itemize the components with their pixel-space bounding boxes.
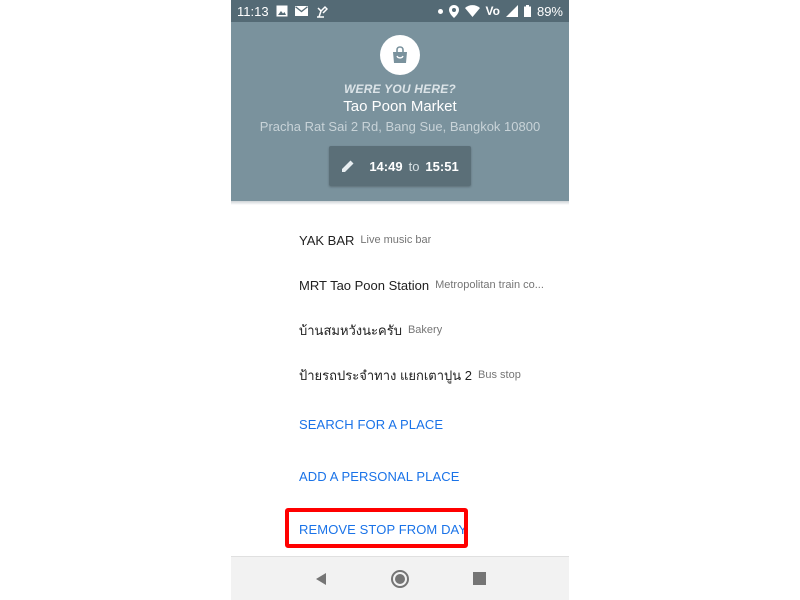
signal-icon	[505, 5, 518, 17]
battery-icon	[523, 5, 531, 17]
place-category: Bakery	[407, 324, 443, 336]
list-item[interactable]: YAK BAR Live music bar	[299, 228, 561, 252]
list-item[interactable]: บ้านสมหวังนะครับ Bakery	[299, 318, 561, 342]
status-bar: 11:13 Vo 89%	[231, 0, 569, 22]
place-title: Tao Poon Market	[343, 98, 457, 115]
system-nav-bar	[231, 556, 569, 600]
end-time: 15:51	[425, 158, 459, 174]
were-you-here-label: WERE YOU HERE?	[344, 82, 456, 96]
list-item[interactable]: MRT Tao Poon Station Metropolitan train …	[299, 273, 561, 297]
search-for-place-button[interactable]: SEARCH FOR A PLACE	[299, 417, 443, 432]
place-category: Metropolitan train co...	[435, 279, 544, 291]
place-name: MRT Tao Poon Station	[299, 277, 430, 293]
status-time: 11:13	[237, 3, 269, 19]
add-personal-place-button[interactable]: ADD A PERSONAL PLACE	[299, 469, 459, 484]
shopping-bag-icon	[380, 35, 420, 75]
network-label: Vo	[485, 4, 500, 18]
start-time: 14:49	[369, 158, 403, 174]
recents-icon[interactable]	[464, 564, 494, 594]
mail-notification-icon	[294, 6, 308, 16]
place-category: Live music bar	[360, 234, 432, 246]
pencil-icon	[341, 159, 355, 173]
time-separator: to	[408, 158, 420, 174]
place-address: Pracha Rat Sai 2 Rd, Bang Sue, Bangkok 1…	[259, 119, 541, 134]
image-notification-icon	[276, 5, 288, 17]
place-name: ป้ายรถประจำทาง แยกเตาปูน 2	[299, 367, 473, 383]
place-name: บ้านสมหวังนะครับ	[299, 322, 402, 338]
place-name: YAK BAR	[299, 232, 355, 248]
place-category: Bus stop	[478, 369, 521, 381]
header-shadow	[231, 201, 569, 205]
place-header: WERE YOU HERE? Tao Poon Market Pracha Ra…	[231, 22, 569, 201]
highlight-box	[285, 508, 468, 548]
location-icon	[448, 4, 459, 18]
battery-percent: 89%	[536, 3, 563, 19]
dot-notification-icon	[437, 8, 443, 14]
lamp-notification-icon	[315, 5, 328, 18]
home-icon[interactable]	[385, 564, 415, 594]
list-item[interactable]: ป้ายรถประจำทาง แยกเตาปูน 2 Bus stop	[299, 363, 561, 387]
edit-time-button[interactable]: 14:49 to 15:51	[329, 146, 471, 186]
back-icon[interactable]	[306, 564, 336, 594]
wifi-icon	[464, 5, 480, 17]
